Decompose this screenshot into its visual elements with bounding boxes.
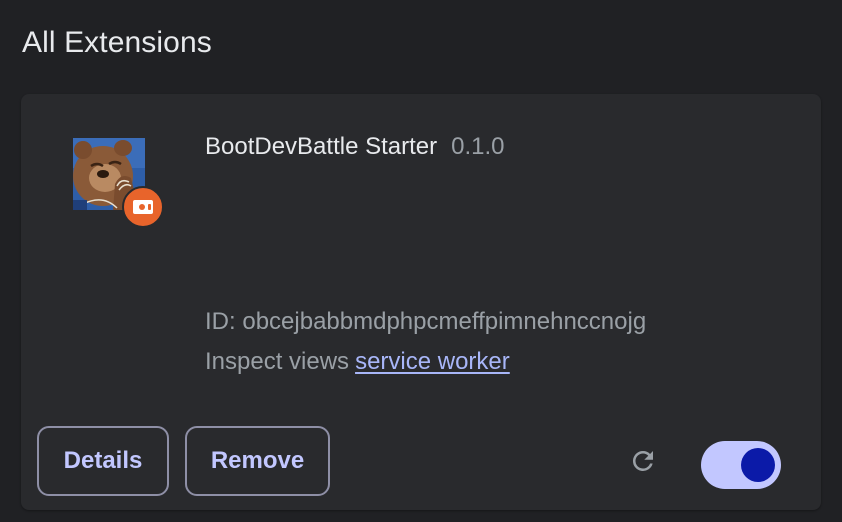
- toggle-knob: [741, 448, 775, 482]
- enable-toggle[interactable]: [701, 441, 781, 489]
- extension-id-value: obcejbabbmdphpcmeffpimnehnccnojg: [242, 308, 647, 335]
- extension-version: 0.1.0: [451, 133, 505, 160]
- extension-name: BootDevBattle Starter: [205, 133, 438, 160]
- extension-card: BootDevBattle Starter 0.1.0 ID: obcejbabb…: [21, 94, 821, 510]
- inspect-views-row: Inspect views service worker: [205, 346, 510, 378]
- details-button[interactable]: Details: [37, 426, 169, 496]
- service-worker-link[interactable]: service worker: [355, 348, 510, 375]
- inspect-views-label: Inspect views: [205, 348, 350, 375]
- remove-button[interactable]: Remove: [185, 426, 330, 496]
- page-title: All Extensions: [22, 26, 212, 59]
- unpacked-badge-icon: [133, 200, 153, 214]
- reload-button[interactable]: [625, 443, 661, 479]
- reload-icon: [632, 450, 653, 471]
- unpacked-badge: [122, 186, 164, 228]
- extension-id-label: ID:: [205, 308, 236, 335]
- extension-title-row: BootDevBattle Starter 0.1.0: [205, 132, 505, 162]
- extension-id-row: ID: obcejbabbmdphpcmeffpimnehnccnojg: [205, 306, 646, 338]
